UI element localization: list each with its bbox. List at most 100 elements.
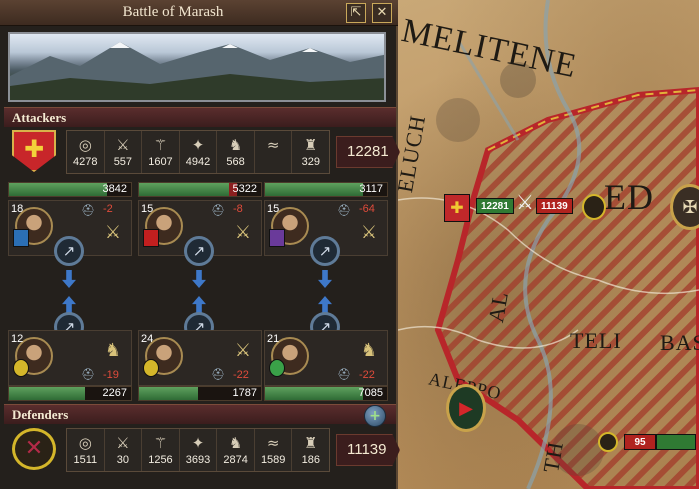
troop-slot-light-cavalry[interactable]: ♞ 568 bbox=[217, 131, 255, 173]
knights-icon: ♜ bbox=[304, 434, 318, 452]
defender-morale-bar: 2267 bbox=[8, 386, 132, 401]
defender-commander[interactable]: 12 ⛑ -19 ♞ bbox=[8, 330, 132, 386]
tactic-icon[interactable]: ⚔ bbox=[101, 221, 125, 245]
troop-count: 329 bbox=[301, 156, 320, 168]
map-label-al: AL bbox=[483, 289, 514, 325]
morale-fill bbox=[139, 387, 198, 400]
attacker-morale-bar: 5322 bbox=[138, 182, 262, 197]
advance-arrow-down-icon bbox=[192, 270, 206, 288]
troop-slot-archers[interactable]: ✦ 4942 bbox=[180, 131, 218, 173]
combat-modifier: -64 bbox=[359, 203, 375, 215]
troop-slot-horse-archers[interactable]: ≈ bbox=[255, 131, 293, 173]
troop-slot-pikemen[interactable]: ⚚ 1607 bbox=[142, 131, 180, 173]
troop-slot-heavy-infantry[interactable]: ⚔ 30 bbox=[105, 429, 143, 471]
morale-value: 7085 bbox=[358, 387, 383, 399]
tactic-icon[interactable]: ⚔ bbox=[231, 339, 255, 363]
advance-arrow-down-icon bbox=[318, 270, 332, 288]
helmet-icon: ⛑ bbox=[81, 204, 95, 217]
defender-banner-icon bbox=[582, 194, 606, 220]
morale-value: 5322 bbox=[232, 183, 257, 195]
defenders-summary: ✕ ◎ 1511 ⚔ 30 ⚚ 1256 ✦ 3693 ♞ 2874 ≈1589 ♜ 186 11139 bbox=[4, 428, 400, 474]
combat-modifier: -2 bbox=[103, 203, 113, 215]
window-options-button[interactable]: ⇱ bbox=[346, 3, 366, 23]
combat-phase-icon[interactable]: ↗ bbox=[310, 236, 340, 266]
enemy-army-count: 95 bbox=[624, 434, 656, 450]
troop-slot-horse-archers[interactable]: ≈1589 bbox=[255, 429, 293, 471]
tactic-icon[interactable]: ⚔ bbox=[357, 221, 381, 245]
plus-icon: + bbox=[369, 408, 381, 424]
commander-coat-of-arms bbox=[13, 229, 29, 247]
advance-arrow-down-icon bbox=[62, 270, 76, 288]
defenders-label: Defenders bbox=[12, 407, 69, 422]
map-label-th: TH bbox=[538, 439, 569, 475]
helmet-icon: ⛑ bbox=[211, 204, 225, 217]
martial-skill: 15 bbox=[267, 203, 280, 215]
attackers-label: Attackers bbox=[12, 110, 67, 125]
combat-phase-icon[interactable]: ↗ bbox=[54, 236, 84, 266]
troop-count: 1256 bbox=[148, 454, 173, 466]
strategic-map[interactable]: MELITENE ELUCH AL ED TELI BAS ALEPPO TH … bbox=[398, 0, 699, 489]
knights-icon: ♜ bbox=[304, 136, 318, 154]
window-title: Battle of Marash bbox=[122, 4, 224, 20]
troop-count: 30 bbox=[116, 454, 129, 466]
attacker-total-value: 12281 bbox=[347, 143, 389, 160]
tactic-icon[interactable]: ♞ bbox=[357, 339, 381, 363]
horse-archers-icon: ≈ bbox=[266, 136, 280, 154]
tactic-icon[interactable]: ⚔ bbox=[231, 221, 255, 245]
defender-commander[interactable]: 21 ⛑ -22 ♞ bbox=[264, 330, 388, 386]
defenders-header: Defenders bbox=[4, 404, 396, 424]
troop-slot-pikemen[interactable]: ⚚ 1256 bbox=[142, 429, 180, 471]
attacker-flank-1: 3842 18 ⛑ -2 ⚔ bbox=[8, 182, 132, 256]
troop-count: 557 bbox=[113, 156, 133, 168]
troop-count: 3693 bbox=[185, 454, 211, 466]
close-button[interactable]: ✕ bbox=[372, 3, 392, 23]
enemy-army-marker[interactable]: 95 bbox=[598, 430, 698, 456]
troop-slot-light-infantry[interactable]: ◎ 4278 bbox=[67, 131, 105, 173]
troop-slot-heavy-infantry[interactable]: ⚔ 557 bbox=[105, 131, 143, 173]
combat-modifier: -22 bbox=[359, 369, 375, 381]
troop-count: 186 bbox=[301, 454, 320, 466]
light-infantry-icon: ◎ bbox=[78, 136, 92, 154]
martial-skill: 12 bbox=[11, 333, 24, 345]
combat-modifier: -19 bbox=[103, 369, 119, 381]
expand-icon: ⇱ bbox=[350, 5, 362, 20]
troop-count: 2874 bbox=[223, 454, 248, 466]
defender-coat-of-arms[interactable]: ✕ bbox=[12, 428, 56, 470]
troop-count: 1607 bbox=[148, 156, 173, 168]
title-bar: Battle of Marash ⇱ ✕ bbox=[0, 0, 398, 26]
map-label-bas: BAS bbox=[660, 330, 699, 355]
attacker-flank-3: 3117 15 ⛑ -64 ⚔ bbox=[264, 182, 388, 256]
troop-slot-light-cavalry[interactable]: ♞ 2874 bbox=[217, 429, 255, 471]
battle-marker[interactable]: ✚ 12281 ⚔ 11139 bbox=[444, 190, 614, 224]
holding-badge-aleppo[interactable]: ▶ bbox=[446, 384, 486, 432]
reinforce-button[interactable]: + bbox=[364, 405, 386, 427]
commander-coat-of-arms bbox=[143, 359, 159, 377]
attacker-flank-2: 5322 15 ⛑ -8 ⚔ bbox=[138, 182, 262, 256]
mountains-image bbox=[10, 42, 384, 100]
horse-archers-icon: ≈ bbox=[266, 434, 280, 452]
attacker-coat-of-arms[interactable]: ✚ bbox=[12, 130, 56, 172]
battle-window: Battle of Marash ⇱ ✕ Attackers ✚ ◎ 4278 ⚔ 5… bbox=[0, 0, 400, 489]
combat-modifier: -8 bbox=[233, 203, 243, 215]
army-banner-icon bbox=[598, 432, 618, 452]
morale-value: 3117 bbox=[359, 183, 383, 195]
troop-slot-archers[interactable]: ✦ 3693 bbox=[180, 429, 218, 471]
martial-skill: 24 bbox=[141, 333, 154, 345]
troop-count: 4278 bbox=[73, 156, 98, 168]
helmet-icon: ⛑ bbox=[337, 204, 351, 217]
combat-phase-icon[interactable]: ↗ bbox=[184, 236, 214, 266]
troop-slot-knights[interactable]: ♜ 186 bbox=[292, 429, 329, 471]
close-icon: ✕ bbox=[376, 5, 388, 20]
martial-skill: 18 bbox=[11, 203, 24, 215]
troop-count: 568 bbox=[226, 156, 245, 168]
troop-slot-knights[interactable]: ♜ 329 bbox=[292, 131, 329, 173]
morale-fill bbox=[265, 183, 363, 196]
attacker-troop-bar: ◎ 4278 ⚔ 557 ⚚ 1607 ✦ 4942 ♞ 568 ≈ ♜ 329 bbox=[66, 130, 330, 174]
troop-slot-light-infantry[interactable]: ◎ 1511 bbox=[67, 429, 105, 471]
morale-value: 1787 bbox=[232, 387, 257, 399]
tactic-icon[interactable]: ♞ bbox=[101, 339, 125, 363]
commander-coat-of-arms bbox=[269, 359, 285, 377]
holding-crest-icon: ▶ bbox=[459, 397, 473, 419]
morale-value: 2267 bbox=[102, 387, 127, 399]
defender-commander[interactable]: 24 ⛑ -22 ⚔ bbox=[138, 330, 262, 386]
